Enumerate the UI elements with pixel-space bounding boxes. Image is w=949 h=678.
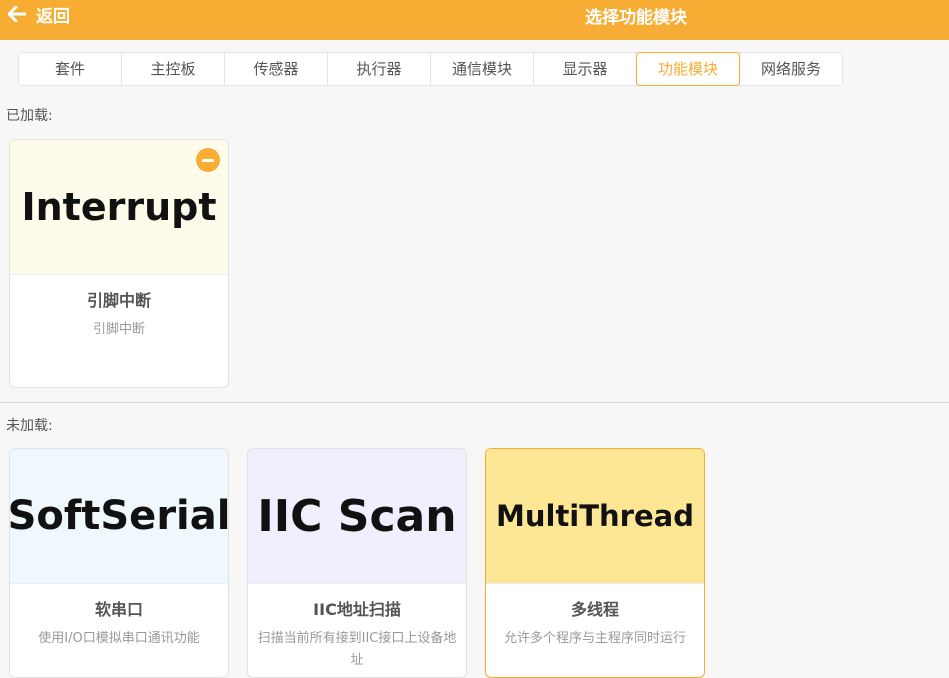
remove-module-button[interactable] [196, 148, 220, 172]
arrow-left-icon [7, 5, 27, 23]
module-card-multithread[interactable]: MultiThread 多线程 允许多个程序与主程序同时运行 [485, 448, 705, 678]
module-image: SoftSerial [10, 449, 228, 584]
tab-sensor[interactable]: 传感器 [224, 52, 328, 86]
tab-function-module[interactable]: 功能模块 [636, 52, 740, 86]
tab-kit[interactable]: 套件 [18, 52, 122, 86]
module-image-text: SoftSerial [9, 493, 229, 539]
tab-display[interactable]: 显示器 [533, 52, 637, 86]
module-image: MultiThread [486, 449, 704, 584]
category-tabs: 套件 主控板 传感器 执行器 通信模块 显示器 功能模块 网络服务 [18, 52, 843, 86]
loaded-section-label: 已加载: [6, 108, 53, 124]
tab-communication[interactable]: 通信模块 [430, 52, 534, 86]
module-card-softserial[interactable]: SoftSerial 软串口 使用I/O口模拟串口通讯功能 [9, 448, 229, 678]
module-description: 扫描当前所有接到IIC接口上设备地址 [257, 631, 457, 668]
module-image-text: Interrupt [21, 185, 217, 229]
module-description: 使用I/O口模拟串口通讯功能 [38, 631, 200, 646]
module-image: IIC Scan [248, 449, 466, 584]
module-description: 允许多个程序与主程序同时运行 [503, 631, 686, 646]
tab-actuator[interactable]: 执行器 [327, 52, 431, 86]
section-divider [0, 402, 949, 403]
module-card-iic-scan[interactable]: IIC Scan IIC地址扫描 扫描当前所有接到IIC接口上设备地址 [247, 448, 467, 678]
module-title: 引脚中断 [86, 291, 151, 310]
module-title: IIC地址扫描 [313, 600, 401, 619]
page-title: 选择功能模块 [585, 8, 687, 28]
back-button[interactable]: 返回 [7, 2, 70, 27]
back-label: 返回 [36, 6, 70, 27]
tab-network-service[interactable]: 网络服务 [739, 52, 843, 86]
module-description: 引脚中断 [92, 322, 145, 337]
module-image-text: MultiThread [496, 499, 694, 533]
module-title: 软串口 [94, 600, 143, 619]
module-title: 多线程 [570, 600, 619, 619]
tab-mainboard[interactable]: 主控板 [121, 52, 225, 86]
module-card-interrupt[interactable]: Interrupt 引脚中断 引脚中断 [9, 139, 229, 388]
top-bar: 返回 选择功能模块 [0, 0, 949, 40]
module-image-text: IIC Scan [257, 490, 457, 542]
unloaded-section-label: 未加载: [6, 418, 53, 434]
minus-icon [202, 158, 214, 162]
